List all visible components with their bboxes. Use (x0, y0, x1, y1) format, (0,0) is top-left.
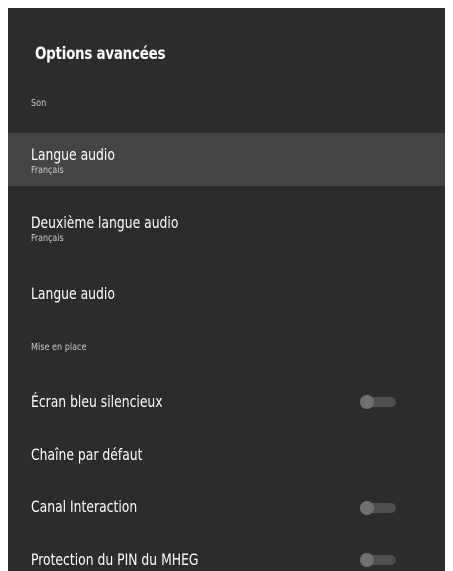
menu-item-sublabel: Français (31, 165, 64, 176)
menu-item-label: Chaîne par défaut (31, 445, 143, 464)
ecran-bleu-toggle[interactable] (360, 395, 396, 409)
menu-item-ecran-bleu-silencieux[interactable]: Écran bleu silencieux (8, 381, 445, 423)
menu-item-sublabel: Français (31, 233, 64, 244)
menu-item-protection-pin-mheg[interactable]: Protection du PIN du MHEG (8, 540, 445, 571)
protection-pin-toggle[interactable] (360, 553, 396, 567)
toggle-knob (360, 501, 374, 515)
menu-item-deuxieme-langue-audio[interactable]: Deuxième langue audio Français (8, 204, 445, 257)
menu-item-label: Langue audio (31, 145, 115, 164)
menu-item-canal-interaction[interactable]: Canal Interaction (8, 487, 445, 529)
menu-item-label: Écran bleu silencieux (31, 392, 163, 411)
menu-item-langue-audio[interactable]: Langue audio Français (8, 133, 445, 186)
page-title: Options avancées (35, 44, 166, 64)
menu-item-chaine-par-defaut[interactable]: Chaîne par défaut (8, 434, 445, 476)
canal-interaction-toggle[interactable] (360, 501, 396, 515)
toggle-knob (360, 395, 374, 409)
toggle-knob (360, 553, 374, 567)
menu-item-label: Protection du PIN du MHEG (31, 550, 199, 569)
menu-item-label: Langue audio (31, 284, 115, 303)
menu-item-langue-audio-2[interactable]: Langue audio (8, 274, 445, 314)
settings-panel: Options avancées Son Langue audio França… (8, 8, 445, 571)
menu-item-label: Deuxième langue audio (31, 213, 179, 232)
section-header-son: Son (31, 98, 47, 109)
menu-item-label: Canal Interaction (31, 497, 138, 516)
section-header-mise-en-place: Mise en place (31, 342, 87, 353)
